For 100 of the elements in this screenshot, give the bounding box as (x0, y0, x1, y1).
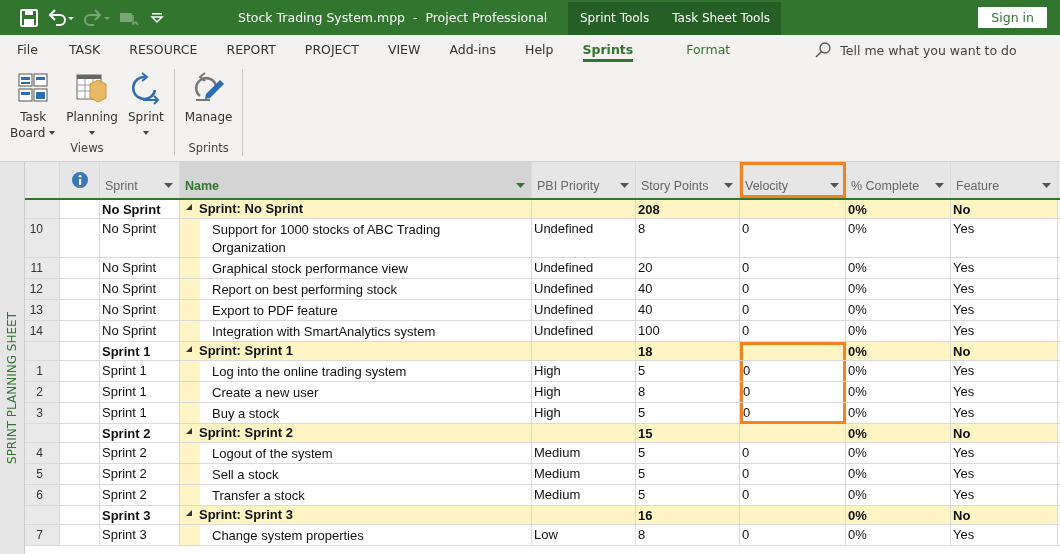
table-cell: 5 (636, 403, 740, 423)
table-cell-text: Transfer a stock (211, 487, 305, 505)
group-label: Views (70, 141, 104, 156)
group-label: Sprints (188, 141, 229, 156)
table-cell: 0% (846, 485, 951, 505)
table-cell: 0% (846, 525, 951, 545)
table-cell: 100 (636, 321, 740, 341)
table-cell-text: Sell a stock (211, 466, 279, 484)
save-icon[interactable] (18, 6, 40, 29)
row-number: 13 (25, 300, 60, 320)
ribbon-button[interactable]: Task Board (6, 69, 61, 141)
table-cell-text: Graphical stock performance view (211, 260, 408, 278)
collapse-icon[interactable] (185, 345, 193, 353)
table-cell: 0% (846, 424, 951, 442)
ribbon-button[interactable]: Planning (62, 69, 122, 141)
table-cell: High (532, 382, 636, 402)
table-cell: 18 (636, 342, 740, 360)
table-cell: Yes (951, 382, 1058, 402)
table-cell: Yes (951, 403, 1058, 423)
dropdown-arrow-icon[interactable] (830, 183, 839, 189)
table-cell: No (951, 424, 1058, 442)
contextual-group-label: Task Sheet Tools (671, 10, 771, 27)
table-cell: Low (532, 525, 636, 545)
table-cell: No (951, 200, 1058, 218)
table-cell: 0% (846, 361, 951, 381)
ribbon-tab[interactable]: TASK (68, 38, 101, 62)
table-cell: Undefined (532, 258, 636, 278)
table-cell: 8 (636, 382, 740, 402)
dropdown-arrow-icon[interactable] (1042, 183, 1051, 189)
table-cell: 0 (740, 219, 846, 257)
table-cell: Yes (951, 300, 1058, 320)
table-cell: 20 (636, 258, 740, 278)
ribbon-button[interactable]: Manage (180, 69, 237, 141)
table-cell: 40 (636, 279, 740, 299)
dropdown-arrow-icon[interactable] (164, 183, 173, 189)
undo-icon[interactable] (46, 6, 76, 29)
column-header[interactable]: Name (180, 162, 532, 198)
table-cell: 0% (846, 321, 951, 341)
table-cell: 0 (740, 525, 846, 545)
table-cell: 40 (636, 300, 740, 320)
row-number: 2 (25, 382, 60, 402)
table-cell: Yes (951, 464, 1058, 484)
table-cell: Undefined (532, 300, 636, 320)
row-number: 1 (25, 361, 60, 381)
dropdown-arrow-icon[interactable] (620, 183, 629, 189)
table-cell-text: Log into the online trading system (211, 363, 407, 381)
ribbon-tab[interactable]: PROJECT (304, 38, 359, 62)
table-cell: 0 (740, 279, 846, 299)
contextual-group-label: Sprint Tools (579, 10, 651, 27)
table-cell: 0% (846, 342, 951, 360)
table-cell: 0 (740, 464, 846, 484)
group-name: Sprint: No Sprint (199, 201, 303, 217)
table-cell: No (951, 506, 1058, 524)
row-number: 14 (25, 321, 60, 341)
table-cell: 0 (740, 382, 846, 402)
ribbon-tab[interactable]: Add-ins (449, 38, 496, 62)
collapse-icon[interactable] (185, 427, 193, 435)
tell-me-field[interactable]: Tell me what you want to do (814, 41, 1041, 59)
row-number: 12 (25, 279, 60, 299)
ribbon-button[interactable]: Sprint (124, 69, 168, 141)
table-cell: 0% (846, 464, 951, 484)
indent-strip (180, 464, 200, 484)
table-cell: Undefined (532, 321, 636, 341)
table-cell: 5 (636, 361, 740, 381)
table-cell: High (532, 403, 636, 423)
table-cell: 0% (846, 403, 951, 423)
table-cell: 0 (740, 361, 846, 381)
sign-in-button[interactable]: Sign in (978, 7, 1047, 28)
ribbon-tab[interactable]: RESOURCE (129, 38, 198, 62)
table-cell: 0% (846, 279, 951, 299)
table-cell: 0% (846, 219, 951, 257)
column-header[interactable]: Velocity (740, 162, 846, 198)
dropdown-arrow-icon[interactable] (724, 183, 733, 189)
table-cell: High (532, 361, 636, 381)
table-cell-text: Export to PDF feature (211, 302, 338, 320)
table-cell: No (951, 342, 1058, 360)
row-number: 10 (25, 219, 60, 257)
collapse-icon[interactable] (185, 203, 193, 211)
table-cell: Yes (951, 485, 1058, 505)
collapse-icon[interactable] (185, 509, 193, 517)
dropdown-arrow-icon[interactable] (935, 183, 944, 189)
ribbon-tab[interactable]: File (17, 38, 38, 62)
table-cell: 15 (636, 424, 740, 442)
table-cell: Yes (951, 443, 1058, 463)
table-cell: Yes (951, 361, 1058, 381)
table-cell: 5 (636, 443, 740, 463)
ribbon-tab[interactable]: REPORT (226, 38, 276, 62)
row-number: 3 (25, 403, 60, 423)
table-cell: 16 (636, 506, 740, 524)
ribbon-tab[interactable]: Help (525, 38, 554, 62)
window-title: Stock Trading System.mpp - Project Professional (238, 10, 549, 25)
table-cell: 208 (636, 200, 740, 218)
table-cell: 5 (636, 464, 740, 484)
table-cell: 0 (740, 321, 846, 341)
dropdown-arrow-icon[interactable] (516, 183, 525, 189)
ribbon-tab[interactable]: Format (686, 38, 731, 62)
ribbon-tab[interactable]: Sprints (582, 38, 634, 62)
table-cell: Undefined (532, 279, 636, 299)
ribbon-tab[interactable]: VIEW (387, 38, 421, 62)
table-cell: 0 (740, 443, 846, 463)
